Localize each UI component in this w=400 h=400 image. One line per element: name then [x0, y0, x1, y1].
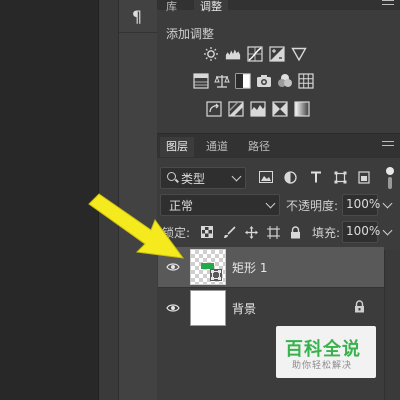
tab-paths[interactable]: 路径	[242, 137, 276, 157]
brightness-contrast-icon[interactable]	[203, 46, 219, 62]
invert-icon[interactable]	[206, 101, 222, 117]
search-icon	[167, 172, 176, 181]
adjustment-row-1	[203, 46, 307, 62]
layer-thumbnail[interactable]	[190, 249, 226, 285]
adjustment-row-2	[193, 73, 314, 89]
pilcrow-icon: ¶	[131, 6, 143, 26]
filter-kind-label: 类型	[181, 172, 206, 186]
lock-icon	[354, 300, 368, 314]
threshold-icon[interactable]	[250, 101, 266, 117]
gradient-map-icon[interactable]	[294, 101, 310, 117]
canvas-area	[0, 0, 98, 400]
eye-icon[interactable]	[166, 261, 180, 271]
lock-position-icon[interactable]	[244, 225, 258, 239]
chevron-down-icon	[231, 171, 242, 182]
tab-libraries[interactable]: 库	[160, 0, 183, 14]
lock-all-icon[interactable]	[288, 225, 302, 239]
watermark-logo: 百科全说 助你轻松解决	[276, 326, 376, 378]
paragraph-panel-button[interactable]: ¶	[120, 2, 154, 30]
adjustment-row-3	[206, 101, 310, 117]
black-white-icon[interactable]	[235, 73, 251, 89]
layer-row-background[interactable]: 背景	[158, 287, 384, 328]
opacity-input[interactable]: 100%	[342, 194, 393, 216]
color-lookup-icon[interactable]	[298, 73, 314, 89]
photo-filter-icon[interactable]	[256, 73, 272, 89]
tab-adjustments[interactable]: 调整	[194, 0, 228, 14]
eye-icon[interactable]	[166, 302, 180, 312]
lock-artboard-icon[interactable]	[266, 225, 280, 239]
tab-channels[interactable]: 通道	[200, 137, 234, 157]
curves-icon[interactable]	[247, 46, 263, 62]
smart-object-filter-icon[interactable]	[357, 170, 371, 184]
hue-saturation-icon[interactable]	[193, 73, 209, 89]
adjustment-filter-icon[interactable]	[283, 170, 297, 184]
fill-input[interactable]: 100%	[342, 221, 393, 243]
chevron-down-icon	[265, 198, 276, 209]
filter-toggle-switch[interactable]	[386, 167, 394, 189]
posterize-icon[interactable]	[228, 101, 244, 117]
type-filter-icon[interactable]	[309, 170, 323, 184]
layer-thumbnail[interactable]	[190, 290, 226, 326]
channel-mixer-icon[interactable]	[277, 73, 293, 89]
layer-filter-kind-dropdown[interactable]: 类型	[160, 167, 246, 189]
layer-name: 矩形 1	[232, 261, 268, 275]
shape-filter-icon[interactable]	[333, 170, 347, 184]
vibrance-icon[interactable]	[291, 46, 307, 62]
opacity-value: 100%	[346, 197, 381, 211]
yellow-arrow-annotation	[88, 193, 185, 259]
exposure-icon[interactable]	[269, 46, 285, 62]
selective-color-icon[interactable]	[272, 101, 288, 117]
layer-name: 背景	[232, 302, 257, 316]
image-filter-icon[interactable]	[259, 170, 273, 184]
add-adjustment-title: 添加调整	[166, 27, 215, 41]
lock-transparent-icon[interactable]	[200, 225, 214, 239]
color-balance-icon[interactable]	[214, 73, 230, 89]
fill-label: 填充:	[312, 226, 341, 240]
watermark-sub-text: 助你轻松解决	[292, 361, 353, 371]
fill-value: 100%	[346, 224, 381, 238]
levels-icon[interactable]	[225, 46, 241, 62]
layers-panel-menu-icon[interactable]	[382, 141, 394, 151]
shape-layer-badge-icon	[210, 269, 222, 281]
opacity-label: 不透明度:	[286, 199, 339, 213]
layer-row-rectangle-1[interactable]: 矩形 1	[158, 247, 384, 287]
tab-layers[interactable]: 图层	[160, 137, 194, 157]
strip-divider	[119, 32, 157, 33]
adjustments-panel-menu-icon[interactable]	[382, 0, 394, 10]
layers-scrollbar[interactable]	[384, 250, 400, 400]
lock-image-icon[interactable]	[222, 225, 236, 239]
